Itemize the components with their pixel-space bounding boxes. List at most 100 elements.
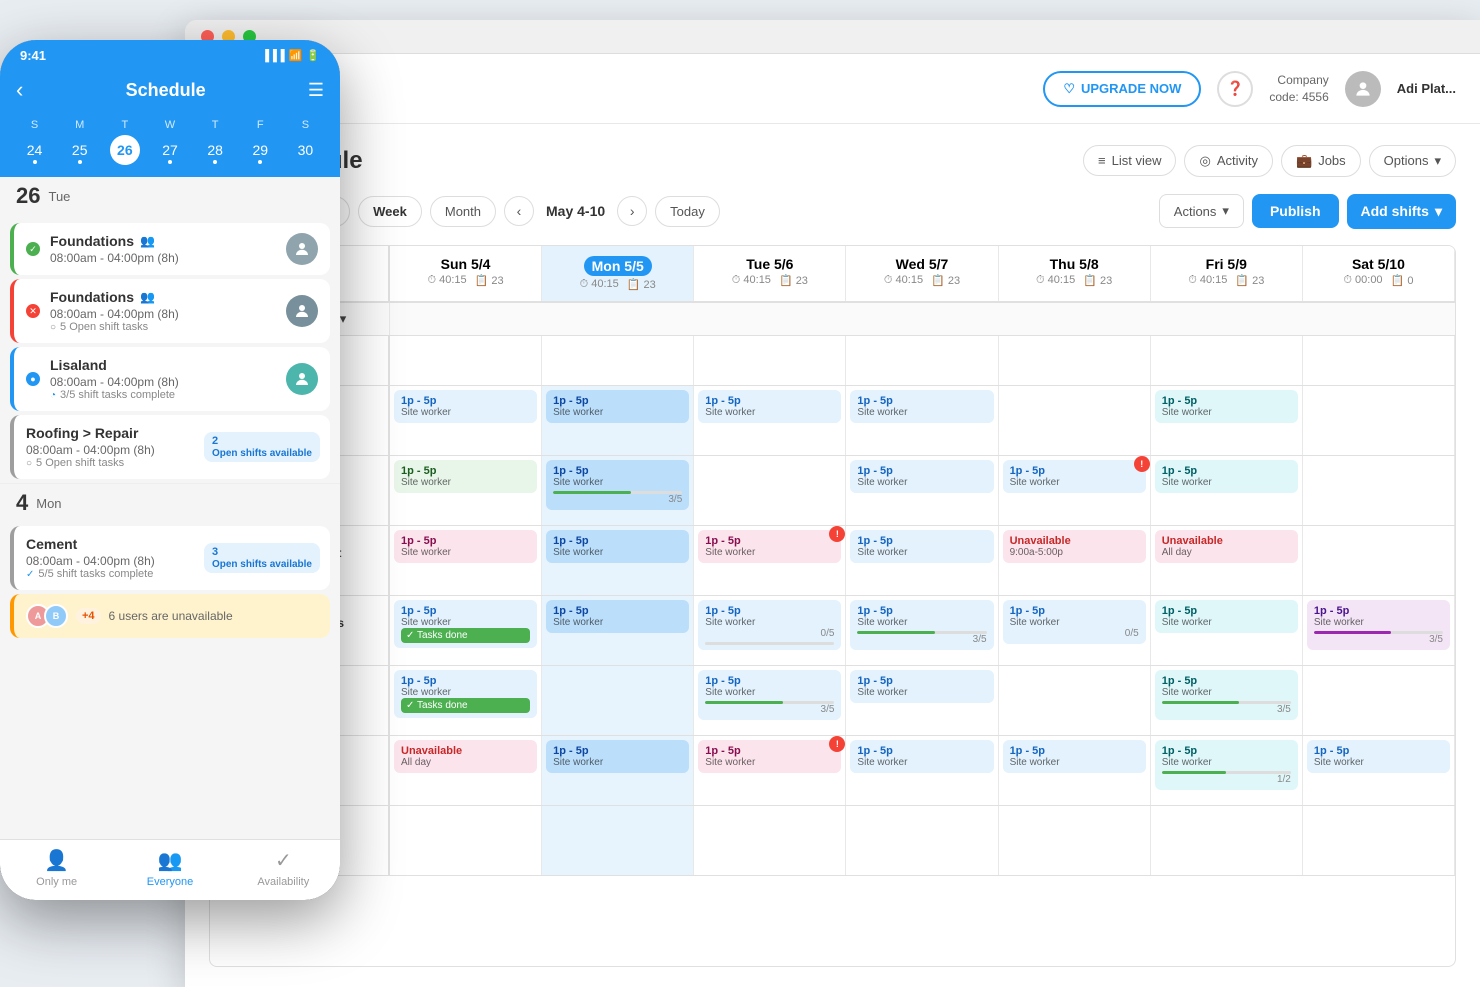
jerome-sun[interactable]: 1p - 5p Site worker: [390, 526, 542, 595]
activity-button[interactable]: ◎ Activity: [1184, 145, 1273, 177]
lucas-thu[interactable]: 1p - 5p Site worker 0/5: [999, 596, 1151, 665]
luis-wed[interactable]: 1p - 5p Site worker: [846, 736, 998, 805]
shift-block[interactable]: 1p - 5p Site worker: [546, 390, 689, 423]
verna-sun[interactable]: 1p - 5p Site worker ✓ Tasks done: [390, 666, 542, 735]
lucas-mon[interactable]: 1p - 5p Site worker: [542, 596, 694, 665]
calendar-date-30[interactable]: 30: [290, 135, 320, 165]
calendar-date-29[interactable]: 29: [245, 135, 275, 165]
shift-block[interactable]: 1p - 5p Site worker: [394, 460, 537, 493]
next-week-button[interactable]: ›: [617, 196, 647, 226]
verna-tue[interactable]: 1p - 5p Site worker 3/5: [694, 666, 846, 735]
shift-block[interactable]: 1p - 5p Site worker 0/5: [698, 600, 841, 650]
calendar-date-24[interactable]: 24: [20, 135, 50, 165]
calendar-date-26[interactable]: 26: [110, 135, 140, 165]
mike-mon[interactable]: 1p - 5p Site worker: [542, 386, 694, 455]
calendar-dates[interactable]: 24 25 26 27 28 29 30: [12, 135, 328, 165]
mike-fri[interactable]: 1p - 5p Site worker: [1151, 386, 1303, 455]
prev-week-button[interactable]: ‹: [504, 196, 534, 226]
shift-block[interactable]: 1p - 5p Site worker 1/2: [1155, 740, 1298, 790]
unavailable-block[interactable]: Unavailable All day: [394, 740, 537, 773]
nav-availability[interactable]: ✓ Availability: [227, 848, 340, 888]
mike-tue[interactable]: 1p - 5p Site worker: [694, 386, 846, 455]
nav-everyone[interactable]: 👥 Everyone: [113, 848, 226, 888]
lucas-wed[interactable]: 1p - 5p Site worker 3/5: [846, 596, 998, 665]
shift-block[interactable]: 1p - 5p Site worker: [546, 740, 689, 773]
mario-sun[interactable]: 1p - 5p Site worker: [390, 456, 542, 525]
shift-block[interactable]: 1p - 5p Site worker: [850, 460, 993, 493]
shift-block[interactable]: 1p - 5p Site worker: [698, 390, 841, 423]
jerome-fri[interactable]: Unavailable All day: [1151, 526, 1303, 595]
jerome-thu[interactable]: Unavailable 9:00a-5:00p: [999, 526, 1151, 595]
jerome-wed[interactable]: 1p - 5p Site worker: [846, 526, 998, 595]
upgrade-button[interactable]: ♡ UPGRADE NOW: [1043, 71, 1201, 107]
shift-block[interactable]: 1p - 5p Site worker: [1155, 460, 1298, 493]
options-button[interactable]: Options ▾: [1369, 145, 1456, 177]
shift-block[interactable]: 1p - 5p Site worker: [1307, 740, 1450, 773]
user-avatar[interactable]: [1345, 71, 1381, 107]
shift-card-roofing[interactable]: Roofing > Repair 08:00am - 04:00pm (8h) …: [10, 415, 330, 479]
shift-block[interactable]: 1p - 5p Site worker: [850, 530, 993, 563]
shift-block[interactable]: 1p - 5p Site worker 3/5: [546, 460, 689, 510]
lucas-tue[interactable]: 1p - 5p Site worker 0/5: [694, 596, 846, 665]
shift-block[interactable]: 1p - 5p Site worker 0/5: [1003, 600, 1146, 644]
week-button[interactable]: Week: [358, 196, 422, 227]
unavailable-block[interactable]: Unavailable 9:00a-5:00p: [1003, 530, 1146, 563]
shift-card-foundations-1[interactable]: ✓ Foundations 👥 08:00am - 04:00pm (8h): [10, 223, 330, 275]
publish-button[interactable]: Publish: [1252, 194, 1339, 228]
luis-sun[interactable]: Unavailable All day: [390, 736, 542, 805]
nav-only-me[interactable]: 👤 Only me: [0, 848, 113, 888]
shift-block[interactable]: 1p - 5p Site worker: [850, 740, 993, 773]
luis-fri[interactable]: 1p - 5p Site worker 1/2: [1151, 736, 1303, 805]
actions-button[interactable]: Actions ▾: [1159, 194, 1244, 228]
luis-sat[interactable]: 1p - 5p Site worker: [1303, 736, 1455, 805]
back-icon[interactable]: ‹: [16, 77, 23, 103]
shift-block[interactable]: 1p - 5p Site worker 3/5: [698, 670, 841, 720]
shift-block[interactable]: 1p - 5p Site worker: [1155, 390, 1298, 423]
shift-block[interactable]: 1p - 5p Site worker ✓ Tasks done: [394, 600, 537, 648]
shift-block[interactable]: 1p - 5p Site worker !: [1003, 460, 1146, 493]
lucas-sat[interactable]: 1p - 5p Site worker 3/5: [1303, 596, 1455, 665]
calendar-date-27[interactable]: 27: [155, 135, 185, 165]
shift-block[interactable]: 1p - 5p Site worker: [850, 390, 993, 423]
jerome-mon[interactable]: 1p - 5p Site worker: [542, 526, 694, 595]
today-button[interactable]: Today: [655, 196, 720, 227]
menu-icon[interactable]: ☰: [308, 80, 324, 101]
lucas-sun[interactable]: 1p - 5p Site worker ✓ Tasks done: [390, 596, 542, 665]
list-view-button[interactable]: ≡ List view: [1083, 145, 1176, 176]
shift-block[interactable]: 1p - 5p Site worker 3/5: [1307, 600, 1450, 650]
shift-card-lisaland[interactable]: ● Lisaland 08:00am - 04:00pm (8h) ◔ 3/5 …: [10, 347, 330, 411]
mike-sun[interactable]: 1p - 5p Site worker: [390, 386, 542, 455]
add-shifts-button[interactable]: Add shifts ▾: [1347, 194, 1456, 229]
unavailable-block[interactable]: Unavailable All day: [1155, 530, 1298, 563]
shift-block[interactable]: 1p - 5p Site worker 3/5: [1155, 670, 1298, 720]
shift-block[interactable]: 1p - 5p Site worker: [850, 670, 993, 703]
calendar-date-28[interactable]: 28: [200, 135, 230, 165]
shift-block[interactable]: 1p - 5p Site worker: [394, 530, 537, 563]
shift-block[interactable]: 1p - 5p Site worker: [394, 390, 537, 423]
shift-block[interactable]: 1p - 5p Site worker !: [698, 740, 841, 773]
shift-block[interactable]: 1p - 5p Site worker !: [698, 530, 841, 563]
luis-thu[interactable]: 1p - 5p Site worker: [999, 736, 1151, 805]
mario-fri[interactable]: 1p - 5p Site worker: [1151, 456, 1303, 525]
shift-card-foundations-2[interactable]: ✕ Foundations 👥 08:00am - 04:00pm (8h) ○…: [10, 279, 330, 343]
mario-thu[interactable]: 1p - 5p Site worker !: [999, 456, 1151, 525]
verna-fri[interactable]: 1p - 5p Site worker 3/5: [1151, 666, 1303, 735]
shift-block[interactable]: 1p - 5p Site worker: [1003, 740, 1146, 773]
jobs-button[interactable]: 💼 Jobs: [1281, 145, 1361, 177]
mike-wed[interactable]: 1p - 5p Site worker: [846, 386, 998, 455]
shift-block[interactable]: 1p - 5p Site worker: [546, 530, 689, 563]
luis-mon[interactable]: 1p - 5p Site worker: [542, 736, 694, 805]
shift-card-cement[interactable]: Cement 08:00am - 04:00pm (8h) ✓ 5/5 shif…: [10, 526, 330, 590]
luis-tue[interactable]: 1p - 5p Site worker !: [694, 736, 846, 805]
month-button[interactable]: Month: [430, 196, 496, 227]
calendar-date-25[interactable]: 25: [65, 135, 95, 165]
shift-block[interactable]: 1p - 5p Site worker: [546, 600, 689, 633]
shift-block[interactable]: 1p - 5p Site worker ✓ Tasks done: [394, 670, 537, 718]
shift-block[interactable]: 1p - 5p Site worker 3/5: [850, 600, 993, 650]
unavail-row[interactable]: A B +4 6 users are unavailable: [10, 594, 330, 638]
jerome-tue[interactable]: 1p - 5p Site worker !: [694, 526, 846, 595]
help-button[interactable]: ❓: [1217, 71, 1253, 107]
mario-mon[interactable]: 1p - 5p Site worker 3/5: [542, 456, 694, 525]
lucas-fri[interactable]: 1p - 5p Site worker: [1151, 596, 1303, 665]
verna-wed[interactable]: 1p - 5p Site worker: [846, 666, 998, 735]
